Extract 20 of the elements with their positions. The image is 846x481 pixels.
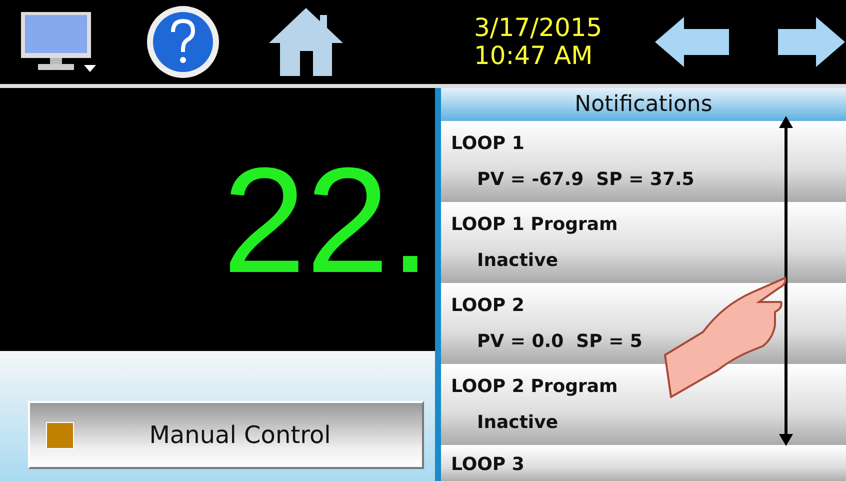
notification-detail-text: Inactive xyxy=(477,412,558,434)
notification-detail-text: PV = -67.9 SP = 37.5 xyxy=(477,169,694,190)
notifications-title: Notifications xyxy=(441,88,846,121)
temperature-readout: 22. xyxy=(222,144,432,294)
scroll-arrow-icon xyxy=(778,116,794,446)
time-text: 10:47 AM xyxy=(474,42,594,70)
notification-title-text[interactable]: LOOP 1 xyxy=(451,130,836,157)
notification-title-text[interactable]: LOOP 2 Program xyxy=(451,372,836,400)
indicator-icon xyxy=(46,422,74,448)
notification-title-text[interactable]: LOOP 1 Program xyxy=(451,210,836,238)
left-arrow-icon[interactable] xyxy=(654,16,730,68)
notification-detail-text: PV = 0.0 SP = 5 xyxy=(477,331,642,352)
monitor-icon[interactable] xyxy=(20,11,98,73)
right-arrow-icon[interactable] xyxy=(778,16,846,68)
help-icon[interactable] xyxy=(146,5,220,79)
manual-control-button[interactable]: Manual Control xyxy=(28,401,424,469)
notification-title-text[interactable]: LOOP 2 xyxy=(451,292,836,319)
home-icon[interactable] xyxy=(268,7,344,77)
date-text: 3/17/2015 xyxy=(474,14,604,42)
notification-detail-text: Inactive xyxy=(477,250,558,272)
